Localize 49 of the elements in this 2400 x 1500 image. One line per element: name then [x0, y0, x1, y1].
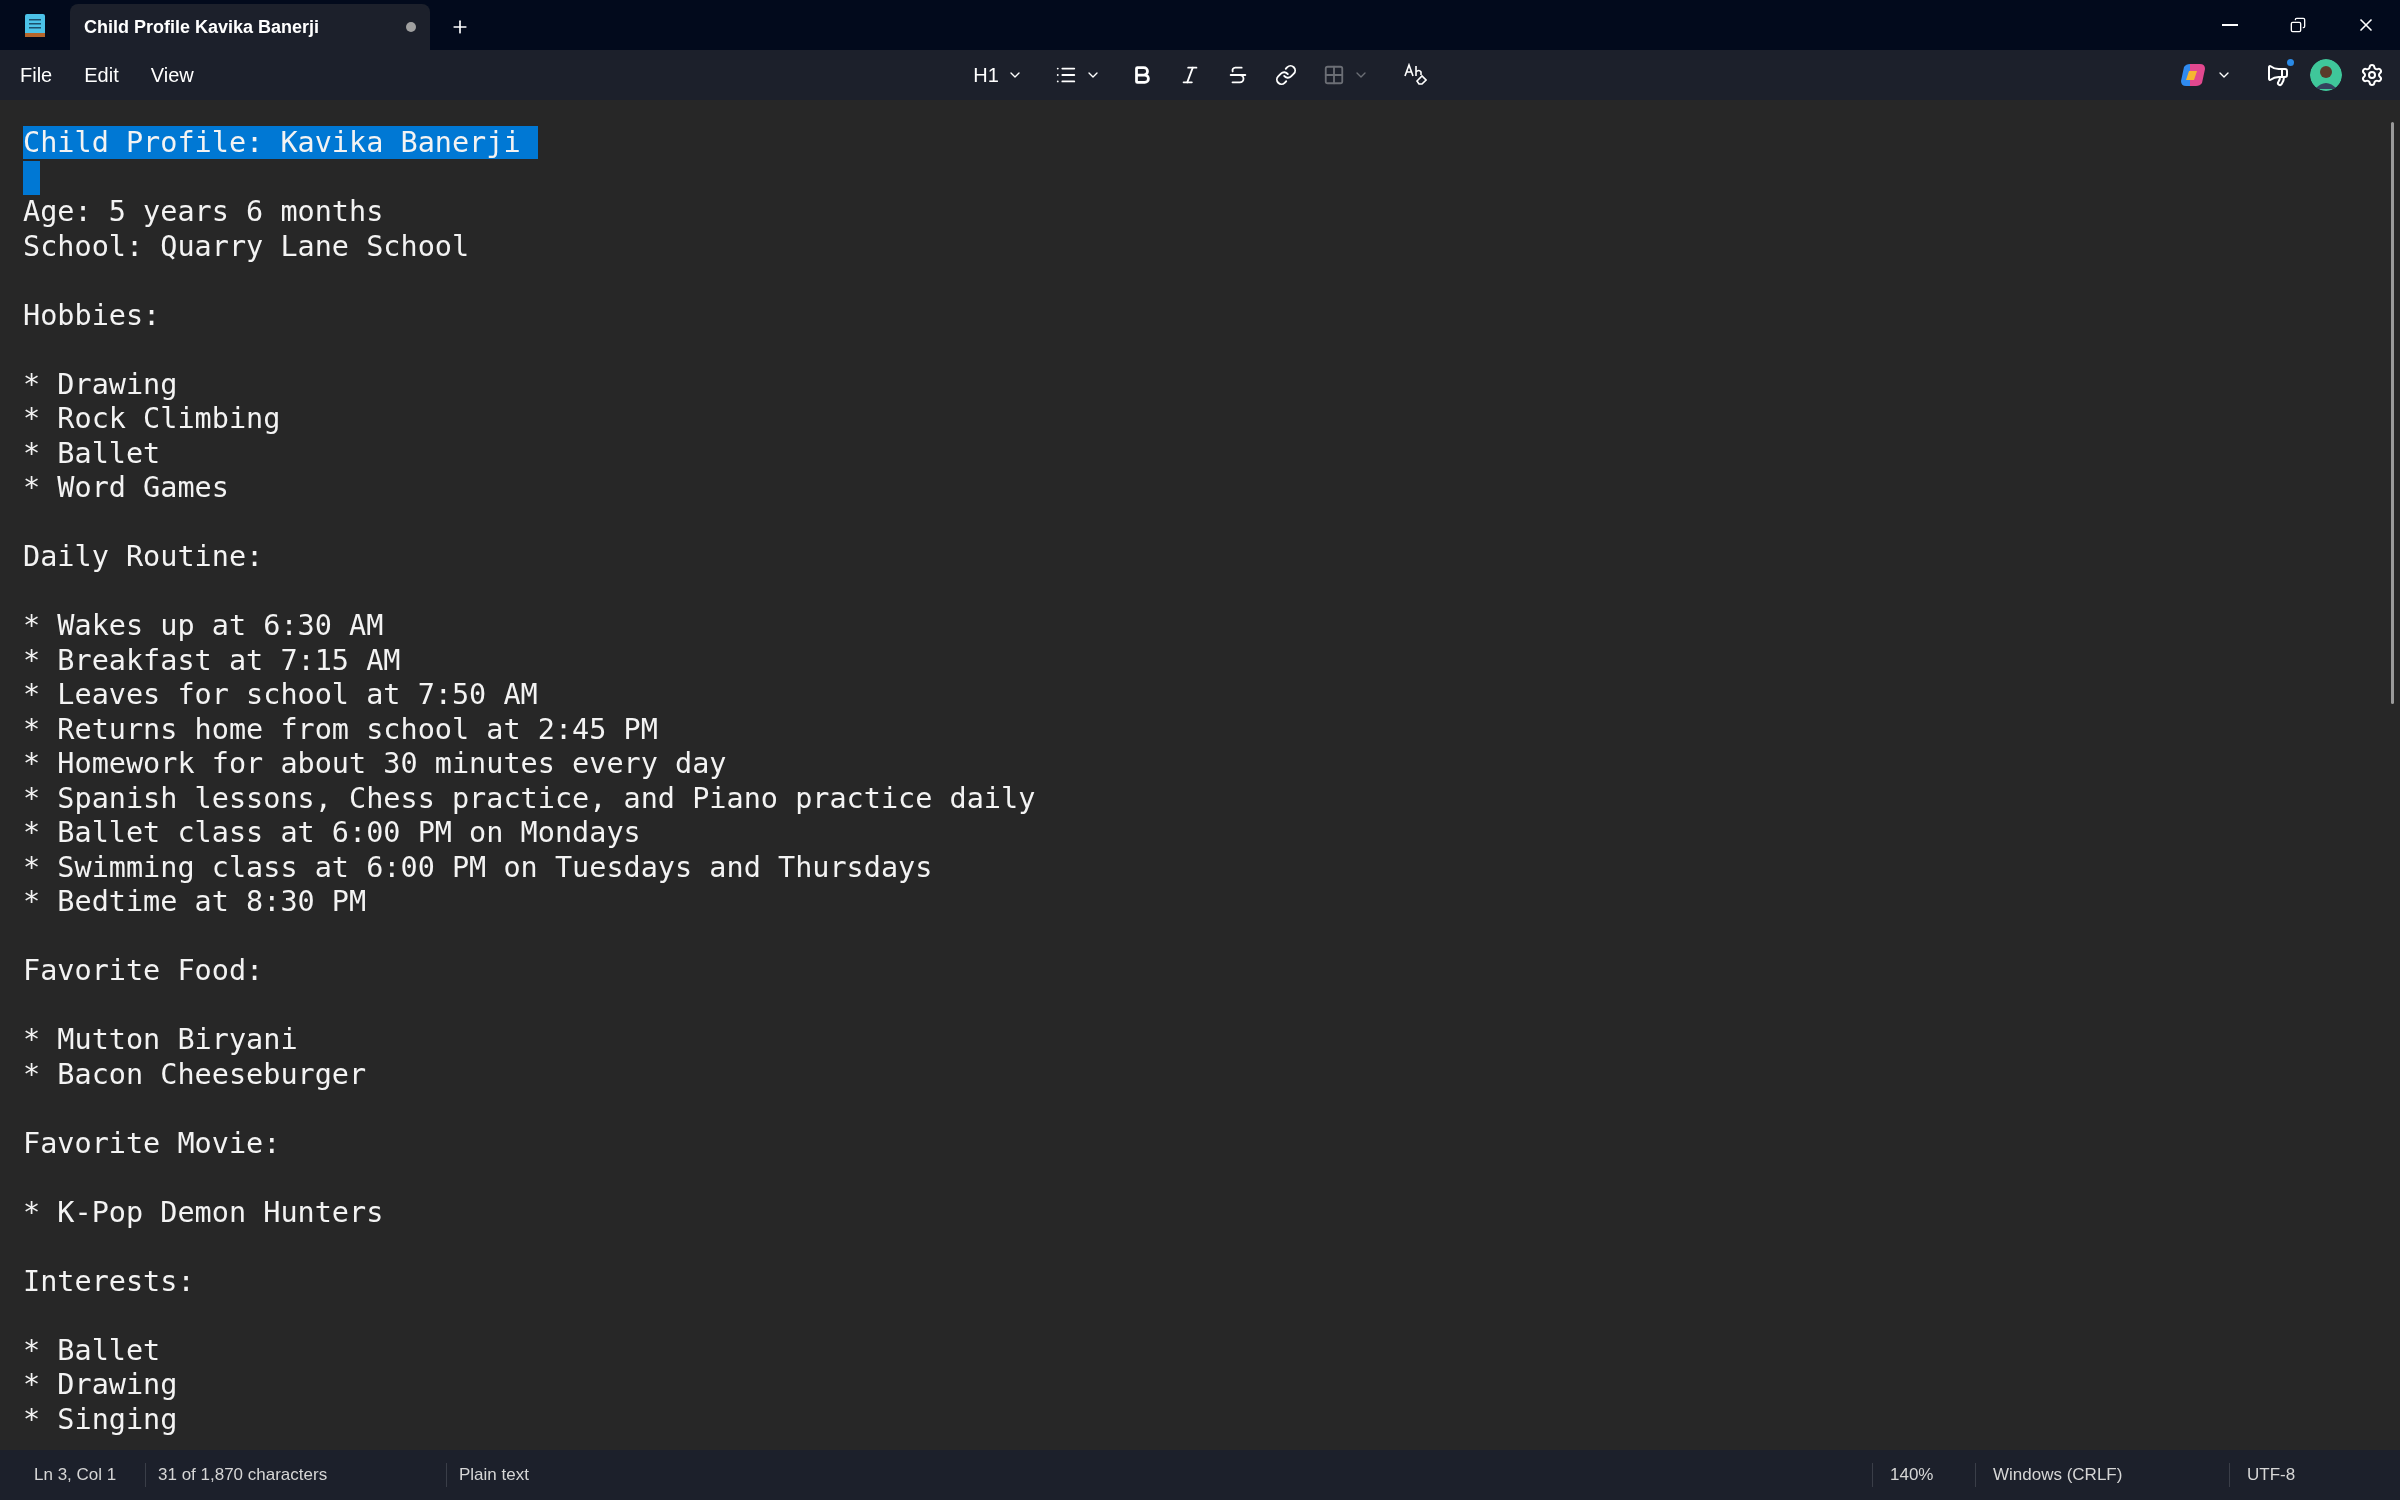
notepad-app-icon — [25, 12, 45, 38]
list-item: * Drawing — [23, 1368, 178, 1401]
list-item: * Mutton Biryani — [23, 1023, 298, 1056]
list-item: * Rock Climbing — [23, 402, 281, 435]
list-item: * Ballet — [23, 1333, 161, 1367]
file-format: Plain text — [458, 1464, 529, 1487]
menu-item[interactable]: Edit — [74, 54, 129, 96]
character-count: 31 of 1,870 characters — [157, 1464, 329, 1487]
section-heading: Daily Routine: — [23, 540, 264, 573]
text-encoding: UTF-8 — [2246, 1464, 2297, 1487]
cursor-position: Ln 3, Col 1 — [33, 1464, 118, 1487]
list-item: * Bedtime at 8:30 PM — [23, 885, 367, 918]
megaphone-icon — [2266, 63, 2290, 87]
menu-item[interactable]: File — [10, 54, 63, 96]
link-icon — [1274, 64, 1297, 86]
settings-icon — [2360, 63, 2384, 87]
avatar-icon[interactable] — [2310, 59, 2342, 91]
list-item: * Singing — [23, 1402, 178, 1436]
list-item: * Breakfast at 7:15 AM — [23, 643, 401, 677]
text-line: School: Quarry Lane School — [23, 229, 470, 263]
list-item: * Drawing — [23, 367, 178, 401]
minimize-icon — [2222, 24, 2238, 26]
text-eraser-icon — [1402, 63, 1427, 87]
line-ending: Windows (CRLF) — [1992, 1464, 2124, 1487]
list-item: * Returns home from school at 2:45 PM — [23, 712, 658, 746]
scrollbar-thumb[interactable] — [2391, 122, 2394, 704]
section-heading: Hobbies: — [23, 298, 161, 332]
zoom-level: 140% — [1889, 1464, 1935, 1487]
list-item: * Swimming class at 6:00 PM on Tuesdays and Thursdays — [23, 850, 933, 884]
restore-icon — [2290, 17, 2306, 33]
text-line: Age: 5 years 6 months — [23, 195, 384, 228]
list-item: * Wakes up at 6:30 AM — [23, 609, 384, 642]
copilot-logo-icon — [2180, 63, 2206, 87]
menu-item[interactable]: View — [140, 54, 204, 96]
list-item: * Word Games — [23, 471, 229, 504]
list-item: * Homework for about 30 minutes every day — [23, 747, 727, 780]
section-heading: Interests: — [23, 1264, 195, 1298]
list-item: * K-Pop Demon Hunters — [23, 1195, 384, 1229]
section-heading: Favorite Movie: — [23, 1126, 281, 1160]
list-item: * Ballet class at 6:00 PM on Mondays — [23, 816, 641, 849]
heading-dropdown[interactable]: H1 — [967, 56, 1029, 94]
list-item: * Bacon Cheeseburger — [23, 1057, 367, 1091]
section-heading: Favorite Food: — [23, 954, 264, 987]
table-icon — [1322, 64, 1345, 86]
list-item: * Ballet — [23, 436, 161, 470]
document-title: Child Profile: Kavika Banerji — [23, 126, 538, 159]
document-tab[interactable]: Child Profile Kavika Banerji — [70, 4, 430, 50]
list-item: * Leaves for school at 7:50 AM — [23, 678, 538, 711]
list-item: * Spanish lessons, Chess practice, and Piano practice daily — [23, 781, 1036, 815]
